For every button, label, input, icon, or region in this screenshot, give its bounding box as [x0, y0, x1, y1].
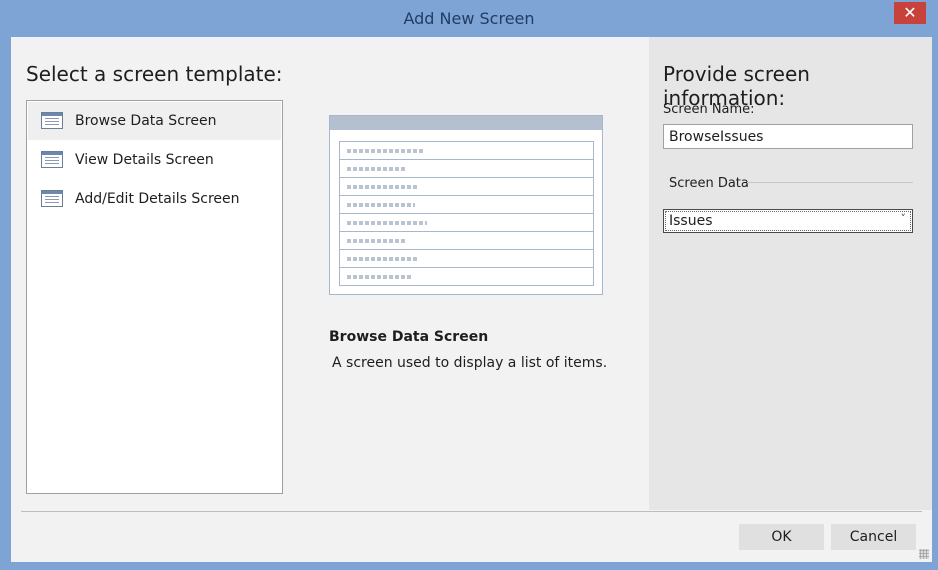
preview-row: [340, 250, 593, 268]
preview-row: [340, 142, 593, 160]
template-item-label: View Details Screen: [75, 152, 214, 168]
footer-divider: [21, 511, 922, 512]
close-icon: ✕: [903, 3, 917, 22]
dialog-title: Add New Screen: [403, 9, 535, 28]
screen-data-select[interactable]: Issues ˅: [663, 209, 913, 233]
preview-header-bar: [330, 116, 602, 130]
screen-name-label: Screen Name:: [663, 102, 755, 117]
template-item-label: Browse Data Screen: [75, 113, 217, 129]
edit-form-icon: [41, 190, 63, 207]
resize-grip-icon[interactable]: [919, 549, 929, 559]
template-description-title: Browse Data Screen: [329, 329, 489, 345]
preview-row: [340, 268, 593, 286]
preview-row: [340, 214, 593, 232]
screen-data-separator: [747, 182, 913, 183]
screen-data-selected-value: Issues: [669, 213, 713, 229]
template-item-add-edit-details[interactable]: Add/Edit Details Screen: [28, 180, 281, 218]
preview-row: [340, 178, 593, 196]
close-button[interactable]: ✕: [894, 2, 926, 24]
template-description-text: A screen used to display a list of items…: [332, 355, 608, 371]
dialog-body: Select a screen template: Browse Data Sc…: [11, 37, 932, 562]
title-bar[interactable]: Add New Screen ✕: [1, 1, 937, 37]
template-preview-image: [329, 115, 603, 295]
template-item-browse-data[interactable]: Browse Data Screen: [28, 102, 281, 140]
preview-row: [340, 160, 593, 178]
ok-button[interactable]: OK: [739, 524, 824, 550]
table-list-icon: [41, 112, 63, 129]
add-new-screen-dialog: Add New Screen ✕ Select a screen templat…: [0, 0, 938, 570]
preview-row: [340, 196, 593, 214]
details-form-icon: [41, 151, 63, 168]
template-list[interactable]: Browse Data Screen View Details Screen A…: [26, 100, 283, 494]
screen-info-panel: Provide screen information: Screen Name:…: [649, 37, 932, 510]
template-item-view-details[interactable]: View Details Screen: [28, 141, 281, 179]
screen-name-input[interactable]: BrowseIssues: [663, 124, 913, 149]
screen-data-label: Screen Data: [669, 176, 749, 191]
template-section-heading: Select a screen template:: [26, 62, 283, 86]
chevron-down-icon: ˅: [900, 212, 907, 225]
template-item-label: Add/Edit Details Screen: [75, 191, 240, 207]
preview-list: [339, 141, 594, 286]
cancel-button[interactable]: Cancel: [831, 524, 916, 550]
preview-row: [340, 232, 593, 250]
